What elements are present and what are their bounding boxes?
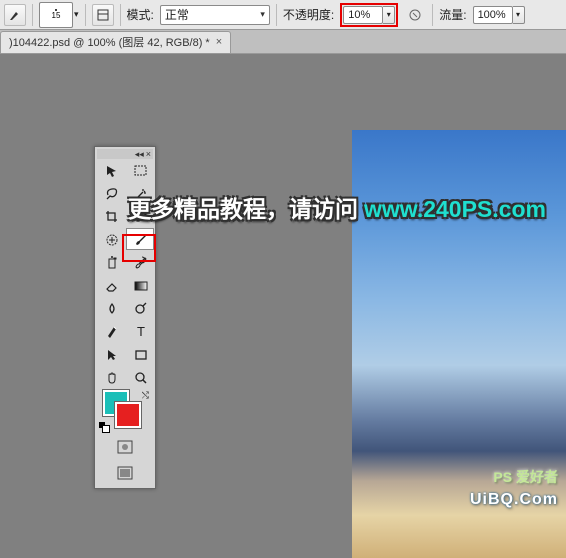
document-tab[interactable]: )104422.psd @ 100% (图层 42, RGB/8) * × [0,31,231,53]
mode-label: 模式: [127,6,154,23]
quick-mask-toggle[interactable] [111,436,139,458]
shape-icon [133,347,148,362]
collapse-icon[interactable]: ◂◂ [135,149,144,160]
blend-mode-value: 正常 [165,6,189,23]
screen-mode-toggle[interactable] [111,462,139,484]
brush-panel-toggle[interactable] [92,4,114,26]
flow-value: 100% [478,9,506,21]
lasso-tool[interactable] [97,182,125,204]
site-brand-text: UiBQ.Com [470,491,558,508]
screen-mode-icon [117,466,133,480]
watermark-link: www.240PS.com [364,196,546,223]
pen-tool[interactable] [97,320,125,342]
zoom-icon [133,370,148,385]
path-select-tool[interactable] [97,343,125,365]
panel-icon [96,8,110,22]
canvas-area[interactable] [0,54,566,515]
eraser-icon [104,278,119,293]
hand-tool[interactable] [97,366,125,388]
gradient-tool[interactable] [126,274,154,296]
opacity-value: 10% [348,9,370,21]
pressure-icon [407,7,423,23]
chevron-down-icon[interactable]: ▾ [74,9,79,20]
flow-stepper[interactable]: ▾ [513,6,525,24]
opacity-highlight: 10% ▾ [340,3,398,27]
brush-tool[interactable] [126,228,154,250]
watermark-label: 更多精品教程，请访问 [128,190,358,224]
blur-icon [104,301,119,316]
pen-icon [104,324,119,339]
divider [32,4,33,26]
eraser-tool[interactable] [97,274,125,296]
history-brush-icon [133,255,148,270]
document-tabs-bar: )104422.psd @ 100% (图层 42, RGB/8) * × [0,30,566,54]
brush-icon [133,232,148,247]
crop-icon [104,209,119,224]
blend-mode-dropdown[interactable]: 正常 ▾ [160,5,270,25]
zoom-tool[interactable] [126,366,154,388]
healing-tool[interactable] [97,228,125,250]
default-colors-icon[interactable] [99,422,109,432]
marquee-tool[interactable] [126,159,154,181]
document-tab-title: )104422.psd @ 100% (图层 42, RGB/8) * [9,34,210,50]
quick-mask-icon [117,440,133,454]
tablet-pressure-opacity[interactable] [404,4,426,26]
dodge-tool[interactable] [126,297,154,319]
site-brand: UiBQ.Com [470,491,558,509]
move-tool[interactable] [97,159,125,181]
history-brush-tool[interactable] [126,251,154,273]
color-swatches: ⤭ [97,388,153,434]
svg-text:T: T [137,324,145,339]
opacity-label: 不透明度: [283,6,334,23]
type-icon: T [133,324,148,339]
clone-tool[interactable] [97,251,125,273]
brush-size-preview[interactable]: 15 [39,2,73,28]
hand-icon [104,370,119,385]
flow-input[interactable]: 100% [473,6,513,24]
divider [120,4,121,26]
blur-tool[interactable] [97,297,125,319]
type-tool[interactable]: T [126,320,154,342]
divider [85,4,86,26]
lasso-icon [104,186,119,201]
clone-icon [104,255,119,270]
options-bar: 15 ▾ 模式: 正常 ▾ 不透明度: 10% ▾ 流量: 100% ▾ [0,0,566,30]
brush-icon [8,8,22,22]
chevron-down-icon: ▾ [260,9,265,20]
healing-icon [104,232,119,247]
close-icon[interactable]: × [146,149,151,159]
shape-tool[interactable] [126,343,154,365]
divider [276,4,277,26]
opacity-stepper[interactable]: ▾ [383,6,395,24]
brush-size-value: 15 [52,11,61,20]
tools-panel-header[interactable]: ◂◂ × [97,149,153,159]
crop-tool[interactable] [97,205,125,227]
divider [432,4,433,26]
site-logo: PS 爱好者 [493,467,558,487]
tool-preset-picker[interactable] [4,4,26,26]
opacity-input[interactable]: 10% [343,6,383,24]
dodge-icon [133,301,148,316]
watermark-text: 更多精品教程，请访问 www.240PS.com [128,190,546,224]
path-select-icon [104,347,119,362]
flow-label: 流量: [439,6,466,23]
gradient-icon [133,278,148,293]
move-icon [104,163,119,178]
background-color[interactable] [115,402,141,428]
marquee-icon [133,163,148,178]
close-icon[interactable]: × [216,36,222,48]
swap-colors-icon[interactable]: ⤭ [142,390,149,401]
